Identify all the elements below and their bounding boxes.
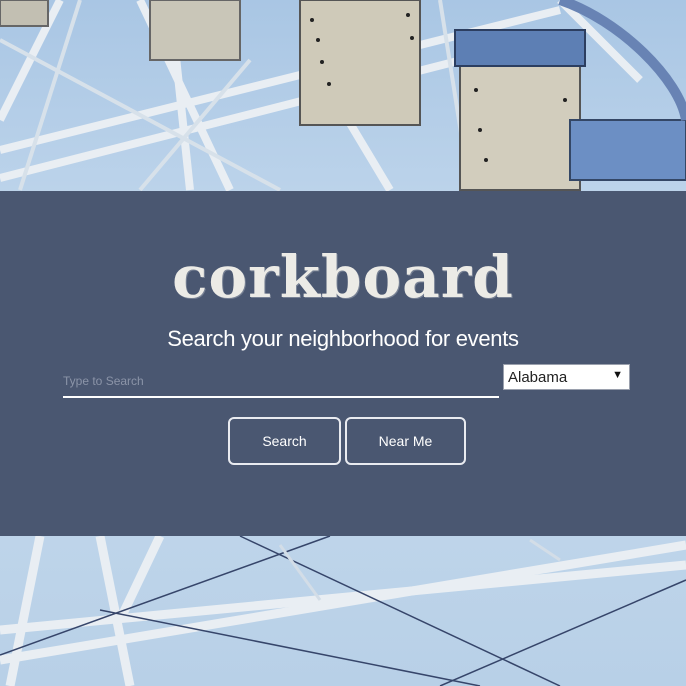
state-select[interactable]: Alabama ▼	[503, 364, 630, 390]
search-input[interactable]	[63, 366, 499, 398]
search-button[interactable]: Search	[228, 417, 341, 465]
near-me-button[interactable]: Near Me	[345, 417, 466, 465]
triangle-down-icon: ▼	[612, 369, 623, 381]
brand-logo: corkboard	[172, 243, 514, 311]
tagline: Search your neighborhood for events	[167, 326, 519, 351]
state-select-value: Alabama	[508, 368, 568, 386]
